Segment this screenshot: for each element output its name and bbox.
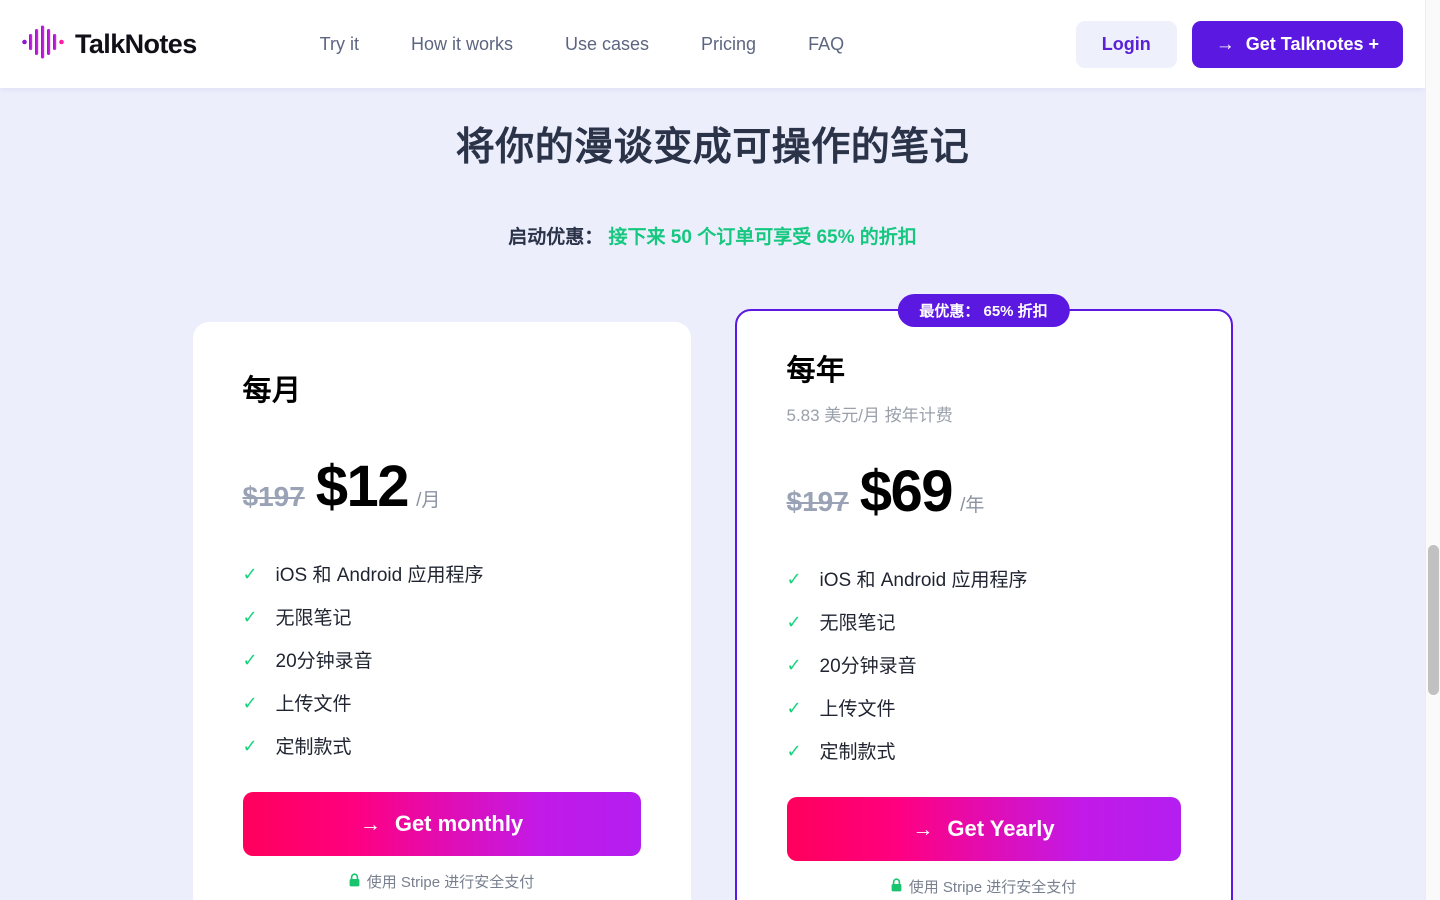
header-actions: Login → Get Talknotes + (1075, 20, 1403, 68)
check-icon: ✓ (786, 697, 802, 718)
list-item: ✓ 无限笔记 (243, 603, 641, 630)
promo-value: 接下来 50 个订单可享受 65% 的折扣 (608, 227, 917, 248)
plan-card-yearly: 最优惠： 65% 折扣 每年 5.83 美元/月 按年计费 $197 $69 /… (734, 294, 1233, 900)
pricing-section: 每月 $197 $12 /月 ✓ iOS 和 Android 应用程序 ✓ 无限… (0, 294, 1425, 900)
check-icon: ✓ (786, 568, 802, 589)
page-scroll-container: TalkNotes Try it How it works Use cases … (0, 0, 1425, 900)
feature-label: 上传文件 (819, 699, 896, 720)
login-button[interactable]: Login (1075, 20, 1177, 68)
feature-list: ✓ iOS 和 Android 应用程序 ✓ 无限笔记 ✓ 20分钟录音 ✓ 上… (787, 565, 1181, 764)
waveform-icon (22, 25, 68, 64)
nav-item-pricing[interactable]: Pricing (675, 24, 782, 65)
feature-label: 无限笔记 (275, 608, 352, 629)
nav-item-use-cases[interactable]: Use cases (539, 24, 675, 65)
price-row: $197 $12 /月 (243, 453, 641, 520)
arrow-right-icon: → (359, 813, 381, 836)
feature-label: iOS 和 Android 应用程序 (819, 570, 1028, 591)
list-item: ✓ 无限笔记 (787, 608, 1181, 635)
price-original: $197 (786, 486, 849, 517)
site-header: TalkNotes Try it How it works Use cases … (0, 0, 1425, 88)
secure-payment-text: 使用 Stripe 进行安全支付 (366, 874, 535, 891)
price-current: $69 (859, 459, 954, 524)
get-talknotes-label: Get Talknotes + (1245, 33, 1379, 54)
plan-name: 每月 (242, 375, 302, 407)
list-item: ✓ 20分钟录音 (787, 651, 1181, 678)
nav-item-try-it[interactable]: Try it (294, 24, 385, 65)
scrollbar-thumb[interactable] (1428, 545, 1439, 695)
promo-line: 启动优惠： 接下来 50 个订单可享受 65% 的折扣 (0, 222, 1425, 249)
promo-label: 启动优惠： (508, 227, 604, 248)
check-icon: ✓ (242, 692, 258, 713)
get-yearly-label: Get Yearly (947, 816, 1055, 841)
brand-name: TalkNotes (75, 28, 197, 59)
feature-label: 无限笔记 (819, 613, 896, 634)
check-icon: ✓ (242, 563, 258, 584)
page-title: 将你的漫谈变成可操作的笔记 (455, 126, 970, 169)
price-period: /年 (960, 495, 985, 516)
feature-label: 20分钟录音 (275, 651, 373, 672)
status-badge: 最优惠： 65% 折扣 (897, 294, 1070, 327)
feature-label: 定制款式 (819, 742, 896, 763)
vertical-scrollbar[interactable] (1425, 0, 1440, 900)
price-period: /月 (416, 490, 441, 511)
check-icon: ✓ (242, 735, 258, 756)
feature-label: 定制款式 (275, 737, 352, 758)
price-original: $197 (242, 481, 305, 512)
lock-icon (349, 873, 360, 890)
feature-label: iOS 和 Android 应用程序 (275, 565, 484, 586)
get-monthly-button[interactable]: → Get monthly (242, 792, 641, 856)
check-icon: ✓ (786, 654, 802, 675)
plan-subtitle: 5.83 美元/月 按年计费 (786, 406, 953, 425)
check-icon: ✓ (786, 611, 802, 632)
feature-list: ✓ iOS 和 Android 应用程序 ✓ 无限笔记 ✓ 20分钟录音 ✓ 上… (243, 560, 641, 759)
arrow-right-icon: → (1215, 33, 1235, 55)
check-icon: ✓ (786, 740, 802, 761)
get-monthly-label: Get monthly (394, 811, 524, 836)
check-icon: ✓ (242, 606, 258, 627)
arrow-right-icon: → (912, 818, 934, 841)
plan-card-monthly: 每月 $197 $12 /月 ✓ iOS 和 Android 应用程序 ✓ 无限… (192, 322, 691, 900)
feature-label: 上传文件 (275, 694, 352, 715)
list-item: ✓ 上传文件 (243, 689, 641, 716)
list-item: ✓ iOS 和 Android 应用程序 (243, 560, 641, 587)
list-item: ✓ iOS 和 Android 应用程序 (787, 565, 1181, 592)
list-item: ✓ 上传文件 (787, 694, 1181, 721)
brand-logo[interactable]: TalkNotes (22, 25, 197, 64)
plan-name: 每年 (786, 355, 846, 387)
secure-payment-note: 使用 Stripe 进行安全支付 (243, 871, 641, 892)
list-item: ✓ 定制款式 (243, 732, 641, 759)
get-yearly-button[interactable]: → Get Yearly (786, 797, 1181, 861)
main-nav: Try it How it works Use cases Pricing FA… (294, 24, 870, 65)
price-current: $12 (315, 454, 410, 519)
list-item: ✓ 定制款式 (787, 737, 1181, 764)
nav-item-how-it-works[interactable]: How it works (385, 24, 539, 65)
hero-section: 将你的漫谈变成可操作的笔记 启动优惠： 接下来 50 个订单可享受 65% 的折… (0, 88, 1425, 249)
check-icon: ✓ (242, 649, 258, 670)
price-row: $197 $69 /年 (787, 458, 1181, 525)
nav-item-faq[interactable]: FAQ (782, 24, 870, 65)
get-talknotes-button[interactable]: → Get Talknotes + (1191, 20, 1403, 68)
list-item: ✓ 20分钟录音 (243, 646, 641, 673)
secure-payment-text: 使用 Stripe 进行安全支付 (908, 879, 1077, 896)
lock-icon (891, 878, 902, 895)
secure-payment-note: 使用 Stripe 进行安全支付 (787, 876, 1181, 897)
feature-label: 20分钟录音 (819, 656, 917, 677)
